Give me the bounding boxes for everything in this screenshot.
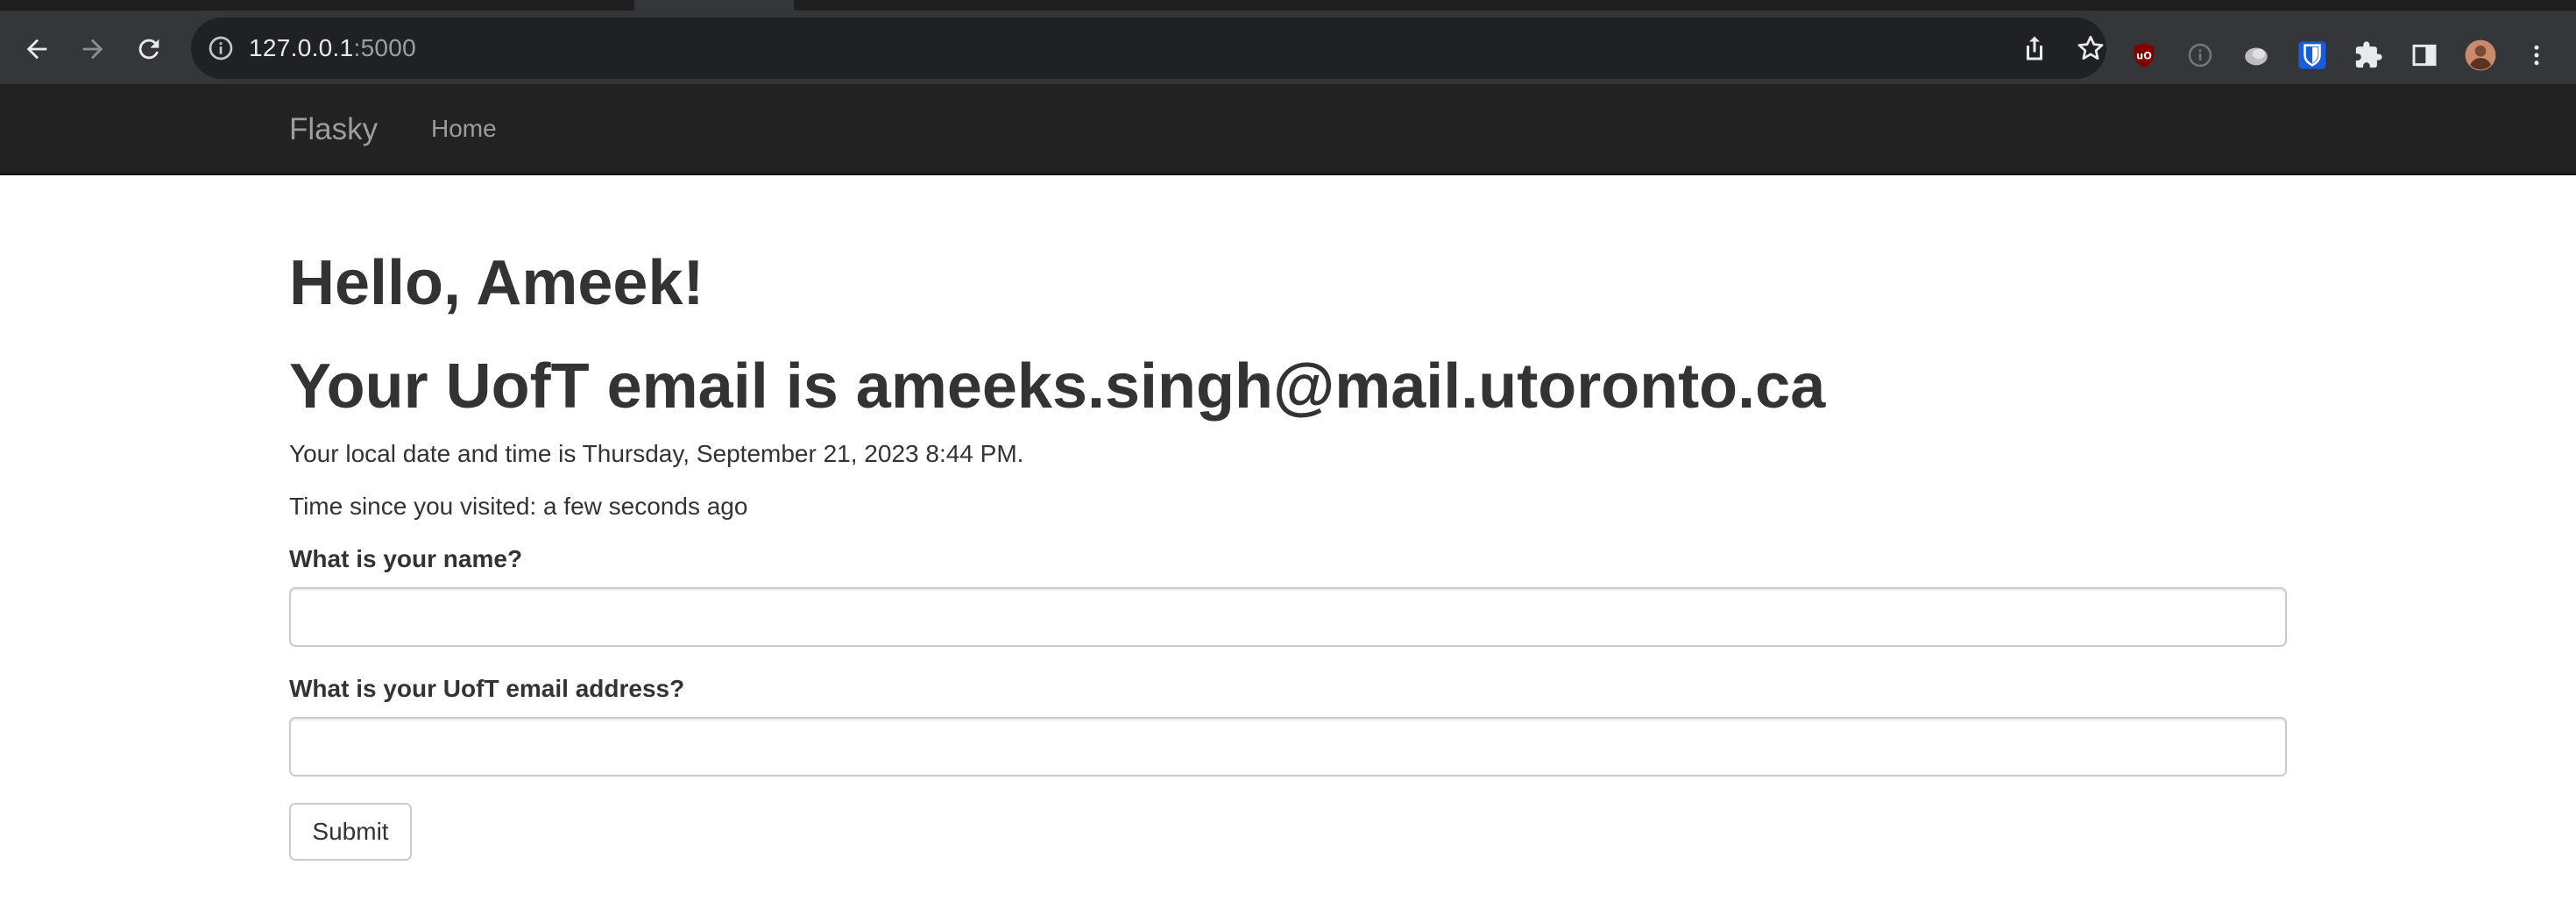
url-host: 127.0.0.1 (249, 34, 354, 61)
active-tab[interactable] (634, 0, 794, 11)
reload-button[interactable] (131, 32, 166, 67)
url-text[interactable]: 127.0.0.1:5000 (249, 33, 416, 63)
side-panel-icon (2412, 44, 2437, 67)
bitwarden-icon (2298, 41, 2326, 69)
star-icon[interactable] (2075, 32, 2106, 64)
puzzle-icon (2355, 41, 2382, 68)
extension-gray-icon (2245, 47, 2268, 66)
navbar-brand[interactable]: Flasky (289, 112, 378, 147)
tab-strip (0, 0, 2576, 11)
local-time-text: Your local date and time is Thursday, Se… (289, 440, 1024, 467)
address-bar[interactable]: 127.0.0.1:5000 (191, 18, 2106, 79)
site-navbar: Flasky Home (0, 84, 2576, 175)
email-heading: Your UofT email is ameeks.singh@mail.uto… (289, 351, 1826, 422)
bitwarden-extension[interactable] (2296, 39, 2329, 72)
svg-text:uO: uO (2136, 49, 2152, 61)
info-icon[interactable] (207, 34, 235, 62)
profile-button[interactable] (2464, 39, 2497, 72)
visit-time-text: Time since you visited: a few seconds ag… (289, 493, 748, 520)
browser-toolbar: 127.0.0.1:5000 uO (0, 11, 2576, 84)
info-circle-icon (2188, 43, 2212, 67)
kebab-menu-icon (2534, 45, 2539, 66)
url-port: :5000 (353, 34, 417, 61)
email-label: What is your UofT email address? (289, 675, 685, 702)
submit-button[interactable]: Submit (289, 803, 412, 861)
name-input[interactable] (289, 587, 2287, 647)
reload-icon (138, 39, 159, 60)
nav-link-home[interactable]: Home (431, 115, 497, 143)
info-extension[interactable] (2183, 39, 2217, 72)
back-button[interactable] (19, 32, 54, 67)
forward-arrow-icon (82, 39, 103, 60)
name-label: What is your name? (289, 545, 523, 572)
back-arrow-icon (26, 39, 47, 60)
chrome-menu-button[interactable] (2520, 39, 2553, 72)
side-panel-button[interactable] (2408, 39, 2441, 72)
ublock-icon: uO (2134, 42, 2155, 68)
forward-button[interactable] (75, 32, 110, 67)
extensions-button[interactable] (2352, 39, 2385, 72)
ublock-extension[interactable]: uO (2127, 39, 2161, 72)
share-icon[interactable] (2019, 32, 2050, 64)
gray-extension[interactable] (2240, 39, 2273, 72)
greeting-heading: Hello, Ameek! (289, 248, 704, 318)
email-input[interactable] (289, 717, 2287, 777)
avatar (2465, 39, 2496, 71)
